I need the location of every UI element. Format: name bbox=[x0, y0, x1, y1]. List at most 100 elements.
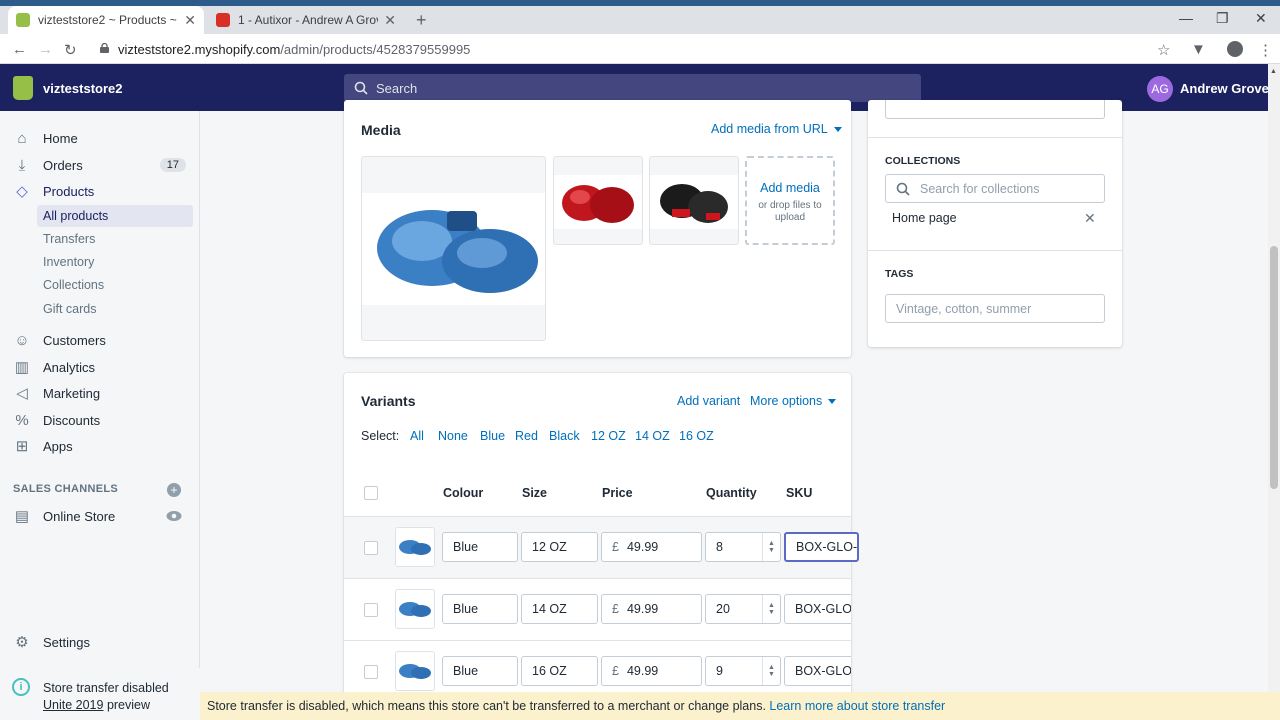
divider bbox=[868, 137, 1122, 138]
collections-search-input[interactable]: Search for collections bbox=[885, 174, 1105, 203]
select-14oz-link[interactable]: 14 OZ bbox=[635, 429, 670, 443]
variant-sku-input[interactable]: BOX-GLO-B bbox=[784, 656, 851, 686]
sidebar-item-settings[interactable]: ⚙ Settings bbox=[0, 629, 200, 655]
profile-icon[interactable] bbox=[1227, 41, 1243, 57]
column-header-sku: SKU bbox=[786, 486, 813, 500]
select-all-checkbox[interactable] bbox=[364, 486, 378, 500]
variant-price-input[interactable]: £49.99 bbox=[601, 594, 702, 624]
sidebar-item-home[interactable]: ⌂ Home bbox=[0, 125, 200, 151]
shopify-logo-icon[interactable] bbox=[13, 76, 33, 100]
media-thumbnail-main[interactable] bbox=[361, 156, 546, 341]
browser-tab-active[interactable]: vizteststore2 ~ Products ~ Boxing ✕ bbox=[8, 6, 204, 34]
forward-icon[interactable]: → bbox=[38, 41, 53, 58]
minimize-icon[interactable]: — bbox=[1179, 10, 1193, 26]
variant-quantity-input[interactable]: 9 ▲ ▼ bbox=[705, 656, 781, 686]
close-tab-icon[interactable]: ✕ bbox=[184, 12, 196, 29]
quantity-stepper[interactable]: ▲ ▼ bbox=[762, 657, 780, 685]
sidebar-item-customers[interactable]: ☺ Customers bbox=[0, 327, 200, 353]
variant-quantity-input[interactable]: 20 ▲ ▼ bbox=[705, 594, 781, 624]
search-placeholder: Search bbox=[376, 80, 418, 96]
add-variant-button[interactable]: Add variant bbox=[677, 394, 740, 408]
row-checkbox[interactable] bbox=[364, 603, 378, 617]
browser-tab[interactable]: 1 - Autixor - Andrew A Grove ✕ bbox=[208, 6, 404, 34]
admin-search-input[interactable]: Search bbox=[344, 74, 921, 102]
select-blue-link[interactable]: Blue bbox=[480, 429, 505, 443]
browser-menu-icon[interactable]: ⋮ bbox=[1258, 41, 1273, 59]
add-media-from-url-button[interactable]: Add media from URL bbox=[711, 122, 842, 136]
currency-symbol: £ bbox=[612, 664, 619, 678]
variant-sku-input[interactable]: BOX-GLO-B bbox=[784, 532, 859, 562]
customer-icon: ☺ bbox=[14, 331, 30, 349]
sidebar-subitem-collections[interactable]: Collections bbox=[43, 278, 104, 292]
variant-price-input[interactable]: £49.99 bbox=[601, 532, 702, 562]
quantity-value: 20 bbox=[716, 602, 730, 616]
variant-colour-input[interactable]: Blue bbox=[442, 532, 518, 562]
row-checkbox[interactable] bbox=[364, 665, 378, 679]
new-tab-icon[interactable]: + bbox=[416, 10, 427, 31]
back-icon[interactable]: ← bbox=[12, 41, 27, 58]
variant-size-input[interactable]: 12 OZ bbox=[521, 532, 598, 562]
sidebar-item-label: Settings bbox=[43, 634, 90, 650]
tags-input[interactable]: Vintage, cotton, summer bbox=[885, 294, 1105, 323]
learn-more-link[interactable]: Learn more about store transfer bbox=[769, 699, 945, 713]
sidebar-item-products[interactable]: ◇ Products bbox=[0, 178, 200, 204]
extension-icon[interactable]: ▼ bbox=[1191, 41, 1206, 58]
tab-title: vizteststore2 ~ Products ~ Boxing bbox=[38, 13, 178, 27]
add-media-dropzone[interactable]: Add media or drop files to upload bbox=[745, 156, 835, 245]
scroll-up-icon[interactable]: ▲ bbox=[1270, 68, 1277, 75]
sidebar-subitem-gift-cards[interactable]: Gift cards bbox=[43, 302, 97, 316]
reload-icon[interactable]: ↻ bbox=[64, 41, 77, 59]
select-red-link[interactable]: Red bbox=[515, 429, 538, 443]
url-text[interactable]: vizteststore2.myshopify.com/admin/produc… bbox=[118, 42, 470, 57]
quantity-stepper[interactable]: ▲ ▼ bbox=[762, 533, 780, 561]
variant-quantity-input[interactable]: 8 ▲ ▼ bbox=[705, 532, 781, 562]
store-name[interactable]: vizteststore2 bbox=[43, 81, 122, 96]
select-12oz-link[interactable]: 12 OZ bbox=[591, 429, 626, 443]
variant-size-input[interactable]: 16 OZ bbox=[521, 656, 598, 686]
variant-colour-input[interactable]: Blue bbox=[442, 656, 518, 686]
chevron-down-icon bbox=[833, 127, 842, 133]
maximize-icon[interactable]: ❐ bbox=[1216, 10, 1229, 27]
red-boxing-gloves-image bbox=[562, 185, 634, 223]
variant-price-input[interactable]: £49.99 bbox=[601, 656, 702, 686]
sidebar-item-discounts[interactable]: % Discounts bbox=[0, 407, 200, 433]
variant-thumbnail[interactable] bbox=[395, 651, 435, 691]
product-type-input[interactable] bbox=[885, 100, 1105, 119]
unite-preview-link[interactable]: Unite 2019 bbox=[43, 698, 103, 712]
image-background bbox=[554, 175, 642, 229]
close-window-icon[interactable]: ✕ bbox=[1255, 10, 1267, 27]
variant-colour-input[interactable]: Blue bbox=[442, 594, 518, 624]
remove-collection-icon[interactable]: ✕ bbox=[1084, 210, 1096, 227]
add-media-label[interactable]: Add media bbox=[747, 181, 833, 195]
media-thumbnail-black[interactable] bbox=[649, 156, 739, 245]
sidebar-subitem-all-products[interactable]: All products bbox=[43, 209, 108, 223]
avatar[interactable]: AG bbox=[1147, 76, 1173, 102]
more-options-button[interactable]: More options bbox=[750, 394, 837, 408]
media-thumbnail-red[interactable] bbox=[553, 156, 643, 245]
bookmark-star-icon[interactable]: ☆ bbox=[1157, 41, 1170, 59]
sidebar-item-marketing[interactable]: ◁ Marketing bbox=[0, 380, 200, 406]
sidebar-item-analytics[interactable]: ▥ Analytics bbox=[0, 354, 200, 380]
eye-icon[interactable] bbox=[166, 510, 182, 522]
close-tab-icon[interactable]: ✕ bbox=[384, 12, 396, 29]
row-checkbox[interactable] bbox=[364, 541, 378, 555]
sidebar-subitem-transfers[interactable]: Transfers bbox=[43, 232, 95, 246]
select-16oz-link[interactable]: 16 OZ bbox=[679, 429, 714, 443]
quantity-stepper[interactable]: ▲ ▼ bbox=[762, 595, 780, 623]
sidebar-item-orders[interactable]: ⤓ Orders 17 bbox=[0, 152, 200, 178]
variant-thumbnail[interactable] bbox=[395, 589, 435, 629]
user-name[interactable]: Andrew Grove bbox=[1180, 81, 1269, 96]
select-none-link[interactable]: None bbox=[438, 429, 468, 443]
sidebar-item-apps[interactable]: ⊞ Apps bbox=[0, 433, 200, 459]
select-black-link[interactable]: Black bbox=[549, 429, 580, 443]
scrollbar-thumb[interactable] bbox=[1270, 246, 1278, 489]
column-header-quantity: Quantity bbox=[706, 486, 757, 500]
add-sales-channel-icon[interactable]: + bbox=[167, 483, 181, 497]
variant-thumbnail[interactable] bbox=[395, 527, 435, 567]
select-all-link[interactable]: All bbox=[410, 429, 424, 443]
gear-icon: ⚙ bbox=[15, 634, 29, 651]
sidebar-subitem-inventory[interactable]: Inventory bbox=[43, 255, 94, 269]
variant-size-input[interactable]: 14 OZ bbox=[521, 594, 598, 624]
variant-sku-input[interactable]: BOX-GLO-B bbox=[784, 594, 851, 624]
black-boxing-gloves-image bbox=[660, 184, 728, 223]
